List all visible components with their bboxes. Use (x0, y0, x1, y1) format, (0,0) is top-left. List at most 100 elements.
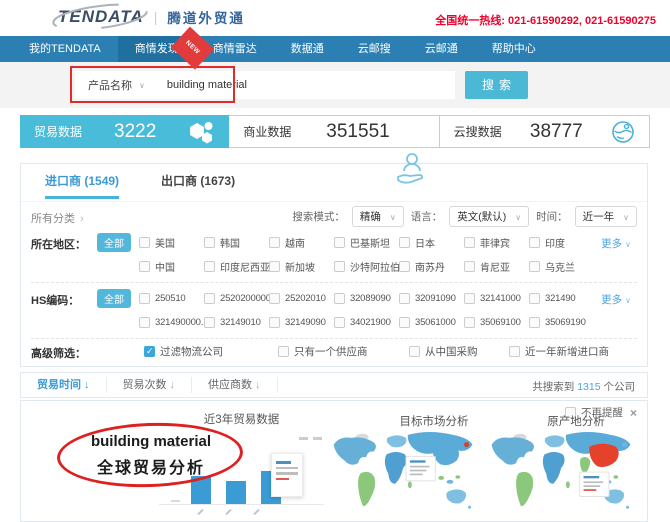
hs-code-checkbox[interactable]: 321490000... (139, 316, 208, 328)
checkbox-label: 34021900 (350, 316, 391, 328)
region-checkbox[interactable]: 印度 (529, 235, 594, 250)
region-more-link[interactable]: 更多 (601, 236, 631, 251)
checkbox-label: 沙特阿拉伯 (350, 262, 400, 274)
hs-code-checkbox[interactable]: 321490 (529, 292, 594, 304)
row-divider (31, 338, 637, 339)
nav-business-discovery[interactable]: 商情发现 NEW (117, 26, 214, 70)
hs-code-checkbox[interactable]: 32149090 (269, 316, 334, 328)
region-filter-label: 所在地区： (31, 239, 86, 251)
checkbox-icon (399, 292, 410, 304)
checkbox-label: 巴基斯坦 (350, 238, 390, 250)
tab-importers[interactable]: 进口商 (1549) (45, 172, 120, 199)
region-checkbox[interactable]: 新加坡 (269, 259, 334, 274)
molecule-icon (190, 121, 213, 143)
new-importers-checkbox[interactable]: 近一年新增进口商 (509, 344, 609, 359)
hs-code-checkbox[interactable]: 32091090 (399, 292, 464, 304)
filter-logistics-checkbox[interactable]: 过滤物流公司 (144, 344, 223, 359)
sort-supplier-count[interactable]: 供应商数 (192, 377, 278, 393)
tab-trade-data[interactable]: 贸易数据 3222 (20, 115, 230, 148)
chart-tooltip (271, 453, 303, 497)
logo-word: TENDATA (58, 7, 144, 26)
nav-my-tendata[interactable]: 我的TENDATA (12, 36, 118, 62)
bar-year-1[interactable] (191, 475, 211, 504)
tab-exporters[interactable]: 出口商 (1673) (161, 172, 235, 199)
single-supplier-checkbox[interactable]: 只有一个供应商 (278, 344, 368, 359)
search-category-value: 产品名称 (88, 80, 132, 92)
top-header: TENDATA | 腾道外贸通 全国统一热线: 021-61590292, 02… (0, 0, 670, 36)
hs-code-checkbox[interactable]: 34021900 (334, 316, 399, 328)
nav-cloud-mail[interactable]: 云邮通 (408, 36, 475, 62)
tab-count: 351551 (326, 120, 390, 142)
checkbox-label: 菲律宾 (480, 238, 510, 250)
hs-code-checkbox[interactable]: 2520200000 (204, 292, 271, 304)
headline-product: building material (90, 433, 211, 450)
search-button[interactable]: 搜索 (465, 71, 528, 99)
checkbox-label: 321490000... (155, 316, 209, 328)
checkbox-label: 32149090 (285, 316, 326, 328)
hs-code-checkbox[interactable]: 32089090 (334, 292, 399, 304)
time-select[interactable]: 近一年 (574, 206, 637, 227)
checkbox-label: 从中国采购 (425, 346, 478, 358)
hs-code-checkbox[interactable]: 250510 (139, 292, 204, 304)
product-name: 腾道外贸通 (167, 11, 245, 26)
brand-logo[interactable]: TENDATA | 腾道外贸通 (52, 3, 245, 31)
hs-code-more-link[interactable]: 更多 (601, 292, 631, 307)
nav-cloud-mail-search[interactable]: 云邮搜 (341, 36, 408, 62)
region-checkbox[interactable]: 乌克兰 (529, 259, 594, 274)
language-select[interactable]: 英文(默认) (449, 206, 530, 227)
hs-code-checkbox-group: 250510 2520200000 25202010 32089090 3209… (139, 286, 594, 334)
target-market-map[interactable] (321, 431, 489, 519)
search-category-dropdown[interactable]: 产品名称 (75, 77, 155, 93)
search-mode-select[interactable]: 精确 (351, 206, 404, 227)
sort-trade-count[interactable]: 贸易次数 (107, 377, 192, 393)
nav-help-center[interactable]: 帮助中心 (475, 36, 553, 62)
hs-code-checkbox[interactable]: 25202010 (269, 292, 334, 304)
result-number[interactable]: 1315 (577, 381, 600, 393)
region-checkbox[interactable]: 沙特阿拉伯 (334, 259, 400, 274)
sourced-from-china-checkbox[interactable]: 从中国采购 (409, 344, 478, 359)
region-all-badge[interactable]: 全部 (97, 233, 131, 252)
checkbox-icon (464, 236, 475, 248)
checkbox-icon (334, 236, 345, 248)
region-checkbox[interactable]: 菲律宾 (464, 235, 529, 250)
region-checkbox[interactable]: 肯尼亚 (464, 259, 529, 274)
checkbox-icon (529, 260, 540, 272)
hs-code-filter-label: HS编码： (31, 295, 80, 307)
region-checkbox[interactable]: 中国 (139, 259, 204, 274)
bar-year-2[interactable] (226, 480, 246, 504)
all-categories-link[interactable]: 所有分类 (31, 210, 84, 226)
tendata-app: TENDATA | 腾道外贸通 全国统一热线: 021-61590292, 02… (0, 0, 670, 522)
search-input[interactable]: building material (155, 79, 247, 91)
region-checkbox[interactable]: 巴基斯坦 (334, 235, 399, 250)
tab-cloud-search-data[interactable]: 云搜数据 38777 (439, 115, 650, 148)
hs-code-checkbox[interactable]: 35061000 (399, 316, 464, 328)
checkbox-label: 32091090 (415, 292, 456, 304)
hotline-text: 全国统一热线: 021-61590292, 021-61590275 (435, 15, 656, 27)
region-checkbox[interactable]: 美国 (139, 235, 204, 250)
region-checkbox[interactable]: 日本 (399, 235, 464, 250)
hs-code-all-badge[interactable]: 全部 (97, 289, 131, 308)
sort-trade-date[interactable]: 贸易时间 (21, 377, 107, 393)
tabs-divider (21, 201, 647, 202)
region-checkbox[interactable]: 韩国 (204, 235, 269, 250)
search-section: 产品名称 building material 搜索 (0, 62, 670, 108)
map-tooltip (405, 455, 436, 482)
chevron-down-icon (515, 211, 521, 223)
hs-code-checkbox[interactable]: 32141000 (464, 292, 529, 304)
checkbox-icon (334, 316, 345, 328)
nav-data-link[interactable]: 数据通 (274, 36, 341, 62)
tab-count: (1673) (200, 174, 236, 188)
hs-code-checkbox[interactable]: 32149010 (204, 316, 269, 328)
region-checkbox[interactable]: 南苏丹 (399, 259, 464, 274)
region-checkbox[interactable]: 印度尼西亚 (204, 259, 270, 274)
region-checkbox[interactable]: 越南 (269, 235, 334, 250)
more-label: 更多 (601, 294, 623, 306)
tab-business-data[interactable]: 商业数据 351551 (229, 115, 440, 148)
checkbox-label: 35069190 (545, 316, 586, 328)
checkbox-label: 乌克兰 (545, 262, 575, 274)
hs-code-checkbox[interactable]: 35069190 (529, 316, 594, 328)
origin-map[interactable] (479, 431, 647, 519)
hs-code-checkbox[interactable]: 35069100 (464, 316, 529, 328)
checkbox-label: 2520200000 (220, 292, 271, 304)
data-source-tabs: 贸易数据 3222 商业数据 351551 云搜数据 38777 (20, 115, 650, 148)
